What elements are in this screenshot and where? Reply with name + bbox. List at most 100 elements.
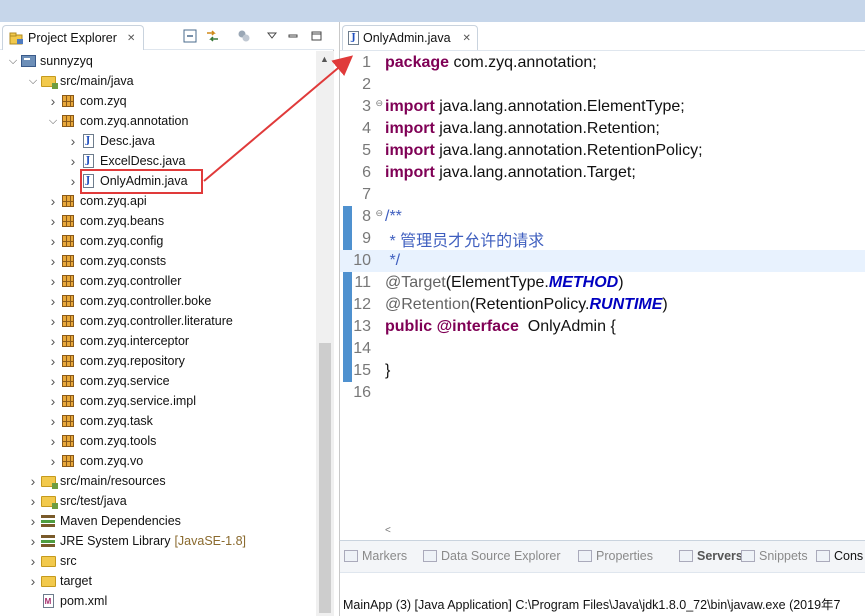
chevron-right-icon[interactable]: › (26, 493, 40, 509)
chevron-right-icon[interactable]: › (46, 453, 60, 469)
chevron-right-icon[interactable]: › (26, 533, 40, 549)
tree-item[interactable]: › com.zyq.service.impl (0, 391, 316, 411)
chevron-right-icon[interactable]: › (46, 313, 60, 329)
chevron-right-icon[interactable]: › (26, 573, 40, 589)
tree-item[interactable]: ⌵ sunnyzyq (0, 51, 316, 71)
tab-servers[interactable]: Servers (679, 549, 743, 563)
chevron-right-icon[interactable]: › (46, 93, 60, 109)
tree-item[interactable]: Mpom.xml (0, 591, 316, 611)
code-line[interactable]: 3 ⊖ import java.lang.annotation.ElementTyp… (340, 96, 865, 118)
code-line[interactable]: 7 (340, 184, 865, 206)
chevron-right-icon[interactable]: › (46, 273, 60, 289)
scroll-up-icon[interactable]: ▲ (320, 54, 329, 64)
tree-item[interactable]: › com.zyq.task (0, 411, 316, 431)
tree-item[interactable]: › com.zyq.config (0, 231, 316, 251)
tree-item[interactable]: ⌵ src/main/java (0, 71, 316, 91)
code-line[interactable]: 8 ⊖/** (340, 206, 865, 228)
chevron-right-icon[interactable]: › (66, 173, 80, 189)
tab-snippets[interactable]: Snippets (741, 549, 808, 563)
code-line[interactable]: 6 import java.lang.annotation.Target; (340, 162, 865, 184)
tree-item[interactable]: › J Desc.java (0, 131, 316, 151)
chevron-right-icon[interactable]: › (46, 293, 60, 309)
tree-vertical-scrollbar[interactable]: ▲ (316, 51, 334, 616)
tree-item[interactable]: › target (0, 571, 316, 591)
code-line[interactable]: 1 package com.zyq.annotation; (340, 52, 865, 74)
close-icon[interactable]: ✕ (127, 33, 135, 44)
scroll-left-icon[interactable]: < (385, 525, 391, 536)
chevron-down-icon[interactable]: ⌵ (46, 114, 60, 128)
tab-properties[interactable]: Properties (578, 549, 653, 563)
minimize-icon[interactable] (285, 28, 301, 44)
tree-item[interactable]: › com.zyq (0, 91, 316, 111)
chevron-right-icon[interactable]: › (46, 213, 60, 229)
tab-data-source-explorer[interactable]: Data Source Explorer (423, 549, 561, 563)
chevron-right-icon[interactable]: › (26, 513, 40, 529)
chevron-right-icon[interactable]: › (66, 133, 80, 149)
tree-item[interactable]: › com.zyq.controller.boke (0, 291, 316, 311)
code-token: ) (662, 296, 668, 313)
tree-item[interactable]: › com.zyq.controller (0, 271, 316, 291)
chevron-right-icon[interactable]: › (26, 473, 40, 489)
fold-toggle-icon[interactable]: ⊖ (375, 208, 383, 219)
tab-onlyadmin-java[interactable]: J OnlyAdmin.java ✕ (342, 25, 478, 50)
tree-item[interactable]: › src/main/resources (0, 471, 316, 491)
chevron-right-icon[interactable]: › (46, 253, 60, 269)
tree-item[interactable]: › src/test/java (0, 491, 316, 511)
tree-item[interactable]: › com.zyq.tools (0, 431, 316, 451)
tab-markers[interactable]: Markers (344, 549, 407, 563)
tree-item[interactable]: › com.zyq.controller.literature (0, 311, 316, 331)
filter-icon[interactable] (236, 28, 252, 44)
code-line[interactable]: 2 (340, 74, 865, 96)
code-line[interactable]: 13 public @interface OnlyAdmin { (340, 316, 865, 338)
chevron-right-icon[interactable]: › (46, 193, 60, 209)
view-menu-icon[interactable] (264, 28, 280, 44)
tree-item[interactable]: › com.zyq.service (0, 371, 316, 391)
code-token: import (385, 98, 440, 115)
chevron-right-icon[interactable]: › (46, 373, 60, 389)
chevron-right-icon[interactable]: › (46, 233, 60, 249)
scroll-thumb[interactable] (319, 343, 331, 613)
chevron-right-icon[interactable]: › (46, 333, 60, 349)
code-line[interactable]: 5 import java.lang.annotation.RetentionPo… (340, 140, 865, 162)
collapse-all-icon[interactable] (182, 28, 198, 44)
package-icon (60, 313, 76, 329)
chevron-right-icon[interactable]: › (46, 413, 60, 429)
tab-cons[interactable]: Cons (816, 549, 863, 563)
tab-project-explorer[interactable]: Project Explorer ✕ (2, 25, 144, 50)
code-editor[interactable]: J OnlyAdmin.java ✕ 1 package com.zyq.anno… (339, 22, 865, 540)
code-line[interactable]: 10 */ (340, 250, 865, 272)
chevron-right-icon[interactable]: › (46, 393, 60, 409)
chevron-right-icon[interactable]: › (66, 153, 80, 169)
code-line[interactable]: 9 * 管理员才允许的请求 (340, 228, 865, 250)
code-line[interactable]: 16 (340, 382, 865, 404)
tree-item[interactable]: › com.zyq.api (0, 191, 316, 211)
tree-item[interactable]: › JRE System Library [JavaSE-1.8] (0, 531, 316, 551)
chevron-right-icon[interactable]: › (26, 553, 40, 569)
tree-item[interactable]: › com.zyq.consts (0, 251, 316, 271)
maximize-icon[interactable] (308, 28, 324, 44)
tree-item[interactable]: › com.zyq.beans (0, 211, 316, 231)
tree-item[interactable]: ⌵ com.zyq.annotation (0, 111, 316, 131)
fold-toggle-icon[interactable]: ⊖ (375, 98, 383, 109)
link-with-editor-icon[interactable] (204, 28, 220, 44)
tree-item[interactable]: › com.zyq.interceptor (0, 331, 316, 351)
line-number: 8 ⊖ (362, 208, 383, 225)
code-line[interactable]: 15} (340, 360, 865, 382)
chevron-down-icon[interactable]: ⌵ (6, 54, 20, 68)
tree-item[interactable]: › com.zyq.vo (0, 451, 316, 471)
chevron-right-icon[interactable]: › (46, 433, 60, 449)
chevron-down-icon[interactable]: ⌵ (26, 74, 40, 88)
code-line[interactable]: 4 import java.lang.annotation.Retention; (340, 118, 865, 140)
code-token: OnlyAdmin { (523, 318, 616, 335)
chevron-right-icon[interactable]: › (46, 353, 60, 369)
tree-item[interactable]: › com.zyq.repository (0, 351, 316, 371)
code-line[interactable]: 11 @Target(ElementType.METHOD) (340, 272, 865, 294)
code-line[interactable]: 12 @Retention(RetentionPolicy.RUNTIME) (340, 294, 865, 316)
tree-item[interactable]: › src (0, 551, 316, 571)
tree-item[interactable]: › Maven Dependencies (0, 511, 316, 531)
tree-item[interactable]: › J ExcelDesc.java (0, 151, 316, 171)
code-line[interactable]: 14 (340, 338, 865, 360)
close-icon[interactable]: ✕ (463, 33, 471, 44)
tree-item-label: com.zyq (80, 94, 127, 108)
